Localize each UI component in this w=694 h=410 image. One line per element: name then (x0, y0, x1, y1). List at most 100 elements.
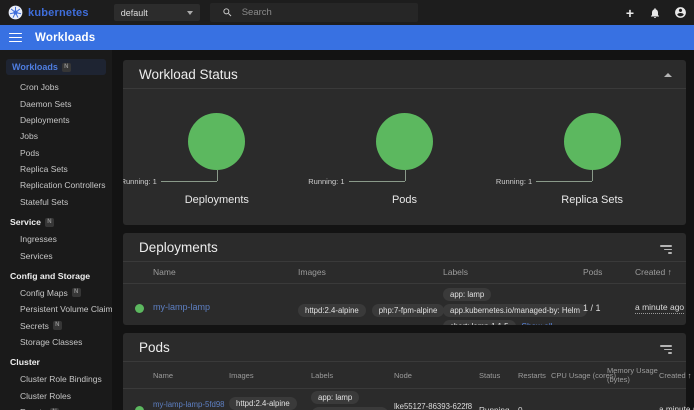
sort-ascending-icon: ↑ (668, 267, 672, 277)
sidebar-item-stateful-sets[interactable]: Stateful Sets (0, 194, 112, 210)
column-header-status: Status (479, 371, 518, 380)
sidebar-item-daemon-sets[interactable]: Daemon Sets (0, 95, 112, 111)
namespace-value: default (121, 8, 187, 18)
column-header-labels: Labels (443, 267, 583, 277)
column-header-images: Images (229, 371, 311, 380)
notifications-button[interactable] (645, 3, 665, 23)
search-input[interactable] (242, 7, 402, 18)
pod-name-link[interactable]: my-lamp-lamp-5fd985cf68-jwvz4 (153, 400, 225, 410)
cpu-usage: - (551, 406, 607, 410)
status-ok-icon (135, 406, 144, 410)
sidebar-item-label: Workloads (12, 62, 58, 72)
sidebar-item-replication-controllers[interactable]: Replication Controllers (0, 177, 112, 193)
deployments-status-chart: Running: 1 Deployments (123, 113, 311, 206)
deployments-title: Deployments (139, 240, 218, 255)
sidebar-nav: Workloads N Cron Jobs Daemon Sets Deploy… (0, 50, 112, 410)
sidebar-item-cluster-role-bindings[interactable]: Cluster Role Bindings (0, 371, 112, 387)
replica-sets-donut-chart (564, 113, 621, 170)
filter-icon[interactable] (660, 241, 672, 254)
running-count-label: Running: 1 (308, 177, 344, 186)
user-profile-button[interactable] (670, 3, 690, 23)
namespaced-badge: N (72, 288, 81, 297)
deployments-donut-chart (188, 113, 245, 170)
sort-ascending-icon: ↑ (688, 371, 692, 380)
create-resource-button[interactable]: + (620, 3, 640, 23)
sidebar-item-persistent-volume-claims[interactable]: Persistent Volume Claims N (0, 301, 112, 317)
chart-title: Deployments (123, 194, 311, 206)
label-chip: app: lamp (311, 391, 359, 404)
column-header-name: Name (153, 371, 229, 380)
namespace-selector[interactable]: default (114, 4, 200, 21)
search-icon (222, 7, 233, 18)
column-header-name: Name (153, 267, 298, 277)
column-header-created[interactable]: Created ↑ (635, 267, 686, 277)
person-icon (674, 6, 687, 19)
restarts-count: 0 (518, 406, 551, 410)
image-chip: php:7-fpm-alpine (372, 304, 445, 317)
column-header-labels: Labels (311, 371, 394, 380)
sidebar-item-cron-jobs[interactable]: Cron Jobs (0, 79, 112, 95)
pods-donut-chart (376, 113, 433, 170)
sidebar-section-cluster: Cluster (0, 350, 112, 371)
top-bar: kubernetes default + (0, 0, 694, 25)
column-header-cpu: CPU Usage (cores) (551, 371, 607, 380)
sidebar-item-config-maps[interactable]: Config Maps N (0, 285, 112, 301)
node-name: lke55127-86393-622f8d09399a (394, 402, 479, 410)
pod-status: Running (479, 406, 518, 410)
pods-title: Pods (139, 340, 170, 355)
sidebar-section-service[interactable]: Service N (0, 210, 112, 231)
chart-callout: Running: 1 (123, 170, 311, 187)
created-timestamp: a minute ago (635, 302, 684, 314)
workload-status-title: Workload Status (139, 67, 238, 82)
label-chip: app: lamp (443, 288, 491, 301)
kubernetes-logo[interactable]: kubernetes (0, 5, 89, 20)
column-header-node: Node (394, 371, 479, 380)
sidebar-item-secrets[interactable]: Secrets N (0, 318, 112, 334)
sidebar-item-events[interactable]: Events N (0, 404, 112, 410)
sidebar-item-pods[interactable]: Pods (0, 145, 112, 161)
label-chip: chart: lamp-1.1.5 (443, 320, 516, 325)
namespaced-badge: N (62, 63, 71, 72)
sidebar-section-config-and-storage: Config and Storage (0, 264, 112, 285)
workload-status-card: Workload Status Running: 1 Deployments R… (123, 60, 686, 225)
pods-card: Pods Name Images Labels Node Status Rest… (123, 333, 686, 410)
sidebar-item-ingresses[interactable]: Ingresses (0, 231, 112, 247)
menu-icon[interactable] (9, 31, 22, 45)
deployments-card: Deployments Name Images Labels Pods Crea… (123, 233, 686, 325)
sidebar-item-workloads[interactable]: Workloads N (6, 59, 106, 75)
sidebar-item-deployments[interactable]: Deployments (0, 112, 112, 128)
namespaced-badge: N (45, 218, 54, 227)
deployment-name-link[interactable]: my-lamp-lamp (153, 302, 210, 312)
sidebar-item-storage-classes[interactable]: Storage Classes (0, 334, 112, 350)
page-title: Workloads (35, 32, 95, 44)
main-content: Workload Status Running: 1 Deployments R… (112, 50, 694, 410)
chart-title: Replica Sets (498, 194, 686, 206)
running-count-label: Running: 1 (123, 177, 157, 186)
memory-usage: - (607, 406, 659, 410)
chart-callout: Running: 1 (311, 170, 499, 187)
collapse-card-icon[interactable] (664, 73, 672, 77)
sidebar-item-jobs[interactable]: Jobs (0, 128, 112, 144)
table-row: my-lamp-lamp httpd:2.4-alpinephp:7-fpm-a… (123, 284, 686, 325)
sidebar-item-services[interactable]: Services (0, 247, 112, 263)
label-chip: app.kubernetes.io/managed-by: Helm (443, 304, 587, 317)
show-all-link[interactable]: Show all (522, 322, 553, 325)
filter-icon[interactable] (660, 341, 672, 354)
chart-callout: Running: 1 (498, 170, 686, 187)
column-header-pods: Pods (583, 267, 635, 277)
column-header-memory: Memory Usage (bytes) (607, 366, 659, 384)
pods-status-chart: Running: 1 Pods (311, 113, 499, 206)
status-ok-icon (135, 304, 144, 313)
sidebar-item-cluster-roles[interactable]: Cluster Roles (0, 388, 112, 404)
pods-table-header: Name Images Labels Node Status Restarts … (123, 362, 686, 389)
column-header-created[interactable]: Created ↑ (659, 371, 692, 380)
table-row: my-lamp-lamp-5fd985cf68-jwvz4 httpd:2.4-… (123, 389, 686, 410)
bell-icon (649, 7, 661, 19)
app-bar: Workloads (0, 25, 694, 50)
search-box[interactable] (210, 3, 418, 22)
created-timestamp: a minute ago (659, 405, 694, 410)
logo-text: kubernetes (28, 7, 89, 19)
image-chip: httpd:2.4-alpine (229, 397, 297, 410)
column-header-images: Images (298, 267, 443, 277)
sidebar-item-replica-sets[interactable]: Replica Sets (0, 161, 112, 177)
